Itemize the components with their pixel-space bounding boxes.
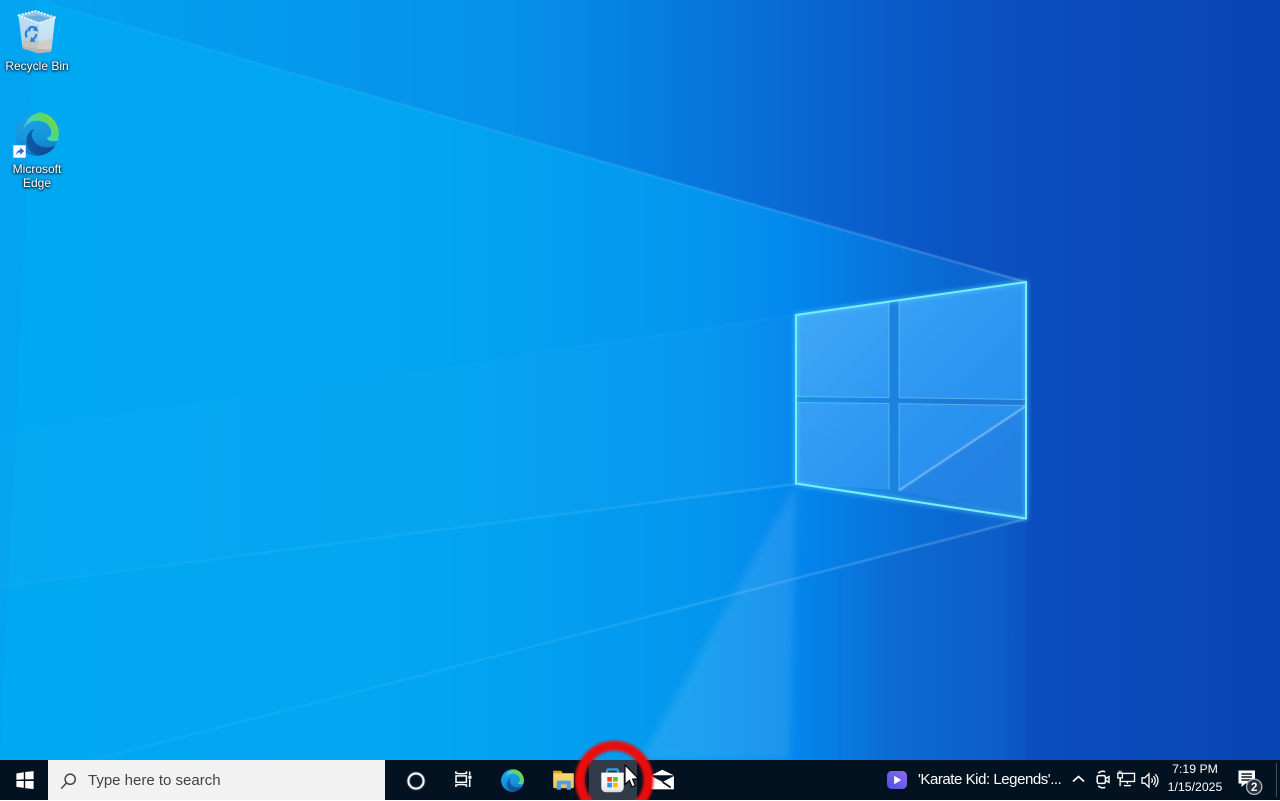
svg-text:2: 2 — [1251, 782, 1257, 794]
